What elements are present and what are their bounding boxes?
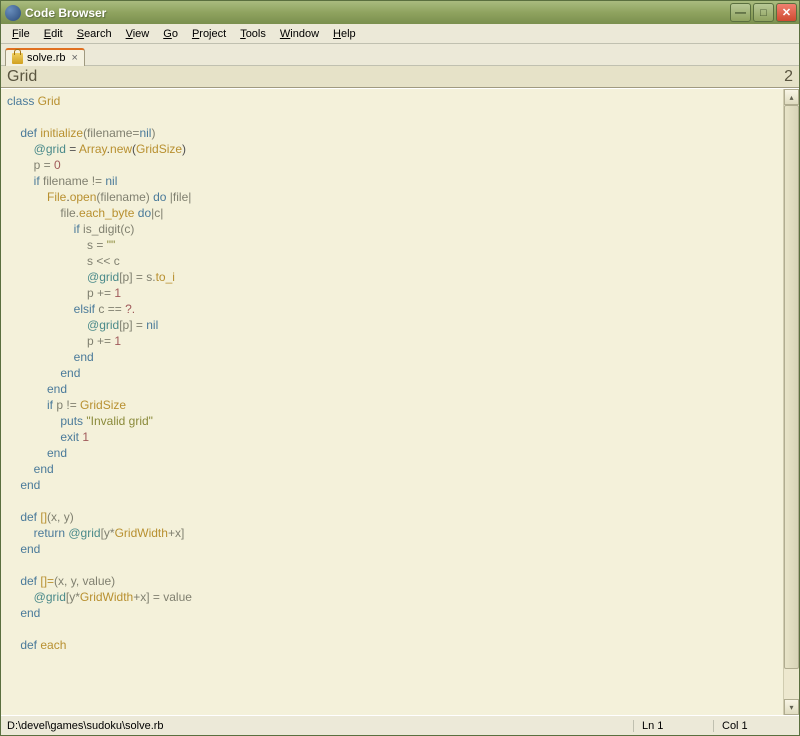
tab-close-icon[interactable]: × [72, 52, 78, 64]
menu-window[interactable]: Window [273, 26, 326, 42]
menu-search[interactable]: Search [70, 26, 119, 42]
lock-icon [12, 53, 23, 64]
app-icon [5, 5, 21, 21]
section-header: Grid 2 [1, 66, 799, 88]
menu-edit[interactable]: Edit [37, 26, 70, 42]
section-count: 2 [784, 68, 793, 86]
maximize-button[interactable]: □ [753, 3, 774, 22]
tab-solve-rb[interactable]: solve.rb × [5, 48, 85, 66]
code-editor[interactable]: class Grid def initialize(filename=nil) … [1, 89, 783, 715]
editor-area: class Grid def initialize(filename=nil) … [1, 88, 799, 715]
menu-go[interactable]: Go [156, 26, 185, 42]
vertical-scrollbar[interactable]: ▴ ▾ [783, 89, 799, 715]
menu-file[interactable]: File [5, 26, 37, 42]
menu-help[interactable]: Help [326, 26, 363, 42]
scroll-down-icon[interactable]: ▾ [784, 699, 799, 715]
menu-project[interactable]: Project [185, 26, 233, 42]
menu-view[interactable]: View [119, 26, 157, 42]
window-controls: — □ ✕ [730, 3, 797, 22]
statusbar: D:\devel\games\sudoku\solve.rb Ln 1 Col … [1, 715, 799, 735]
menu-tools[interactable]: Tools [233, 26, 273, 42]
section-title: Grid [7, 68, 784, 86]
scroll-thumb[interactable] [784, 105, 799, 669]
titlebar: Code Browser — □ ✕ [1, 1, 799, 24]
tab-label: solve.rb [27, 52, 66, 64]
scroll-up-icon[interactable]: ▴ [784, 89, 799, 105]
scroll-track[interactable] [784, 105, 799, 699]
window-title: Code Browser [25, 6, 730, 20]
status-line: Ln 1 [633, 720, 713, 732]
app-window: Code Browser — □ ✕ File Edit Search View… [0, 0, 800, 736]
close-button[interactable]: ✕ [776, 3, 797, 22]
minimize-button[interactable]: — [730, 3, 751, 22]
status-col: Col 1 [713, 720, 793, 732]
menubar: File Edit Search View Go Project Tools W… [1, 24, 799, 44]
status-path: D:\devel\games\sudoku\solve.rb [7, 720, 633, 732]
tabbar: solve.rb × [1, 44, 799, 66]
